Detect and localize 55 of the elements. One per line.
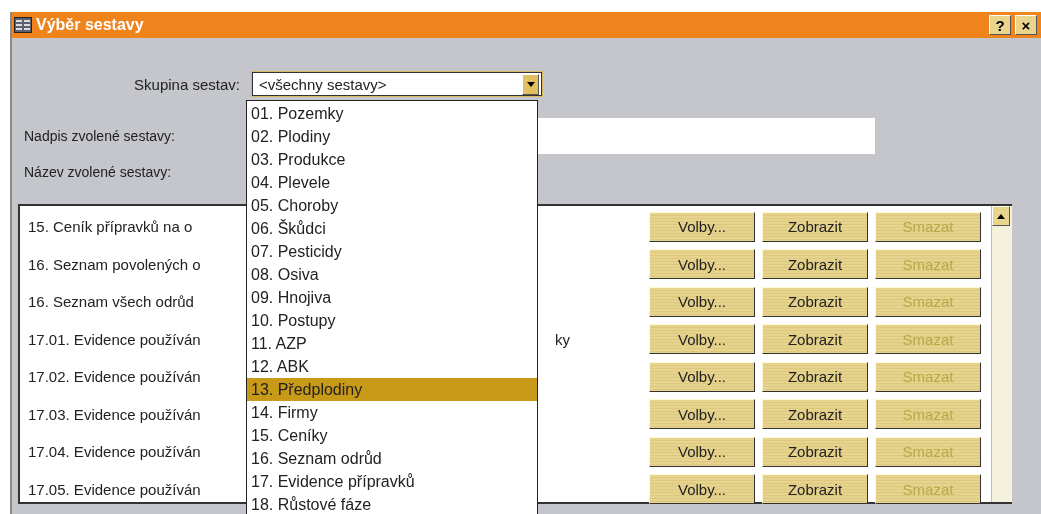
dropdown-option[interactable]: 13. Předplodiny <box>247 378 537 401</box>
report-name: 17.05. Evidence používán <box>27 480 202 498</box>
dropdown-button[interactable] <box>522 73 539 95</box>
dropdown-option[interactable]: 15. Ceníky <box>247 424 537 447</box>
report-button[interactable]: Volby... <box>649 286 755 317</box>
close-button[interactable]: × <box>1015 15 1037 35</box>
report-button[interactable]: Volby... <box>649 399 755 430</box>
dropdown-option[interactable]: 10. Postupy <box>247 309 537 332</box>
group-combo-box[interactable]: <všechny sestavy> <box>252 72 542 96</box>
report-name: 15. Ceník přípravků na o <box>27 218 194 236</box>
scroll-up-button[interactable] <box>992 206 1010 226</box>
report-button[interactable]: Zobrazit <box>762 474 868 505</box>
dropdown-option[interactable]: 04. Plevele <box>247 171 537 194</box>
dropdown-option[interactable]: 17. Evidence přípravků <box>247 470 537 493</box>
scrollbar[interactable] <box>991 206 1012 502</box>
report-button[interactable]: Zobrazit <box>762 436 868 467</box>
dropdown-option[interactable]: 02. Plodiny <box>247 125 537 148</box>
field-label: Název zvolené sestavy: <box>23 164 173 180</box>
dropdown-option[interactable]: 14. Firmy <box>247 401 537 424</box>
dropdown-option[interactable]: 06. Škůdci <box>247 217 537 240</box>
help-button[interactable]: ? <box>989 15 1011 35</box>
report-name: ky <box>555 330 570 348</box>
dropdown-option[interactable]: 09. Hnojiva <box>247 286 537 309</box>
report-name: 17.03. Evidence používán <box>27 405 202 423</box>
dropdown-option[interactable]: 11. AZP <box>247 332 537 355</box>
report-name: 17.02. Evidence používán <box>27 368 202 386</box>
report-button[interactable]: Volby... <box>649 211 755 242</box>
table-icon <box>14 17 32 33</box>
dropdown-option[interactable]: 08. Osiva <box>247 263 537 286</box>
dropdown-option[interactable]: 07. Pesticidy <box>247 240 537 263</box>
window-title: Výběr sestavy <box>36 16 144 34</box>
dropdown-option[interactable]: 18. Růstové fáze <box>247 493 537 514</box>
report-name: 17.04. Evidence používán <box>27 443 202 461</box>
report-button[interactable]: Volby... <box>649 474 755 505</box>
report-button[interactable]: Zobrazit <box>762 286 868 317</box>
report-button[interactable]: Volby... <box>649 249 755 280</box>
report-button[interactable]: Zobrazit <box>762 249 868 280</box>
report-button[interactable]: Zobrazit <box>762 399 868 430</box>
report-name: 17.01. Evidence používán <box>27 330 202 348</box>
report-name: 16. Seznam povolených o <box>27 255 202 273</box>
report-name: 16. Seznam všech odrůd <box>27 293 195 311</box>
report-button[interactable]: Volby... <box>649 324 755 355</box>
dropdown-option[interactable]: 16. Seznam odrůd <box>247 447 537 470</box>
caret-up-icon <box>997 213 1005 219</box>
dropdown-option[interactable]: 03. Produkce <box>247 148 537 171</box>
field-label: Skupina sestav: <box>133 75 241 93</box>
report-button[interactable]: Zobrazit <box>762 324 868 355</box>
report-button[interactable]: Zobrazit <box>762 361 868 392</box>
report-button[interactable]: Volby... <box>649 361 755 392</box>
report-button[interactable]: Zobrazit <box>762 211 868 242</box>
report-button[interactable]: Volby... <box>649 436 755 467</box>
caret-down-icon <box>526 81 535 87</box>
dropdown-option[interactable]: 01. Pozemky <box>247 102 537 125</box>
dropdown-option[interactable]: 05. Choroby <box>247 194 537 217</box>
dropdown-option[interactable]: 12. ABK <box>247 355 537 378</box>
